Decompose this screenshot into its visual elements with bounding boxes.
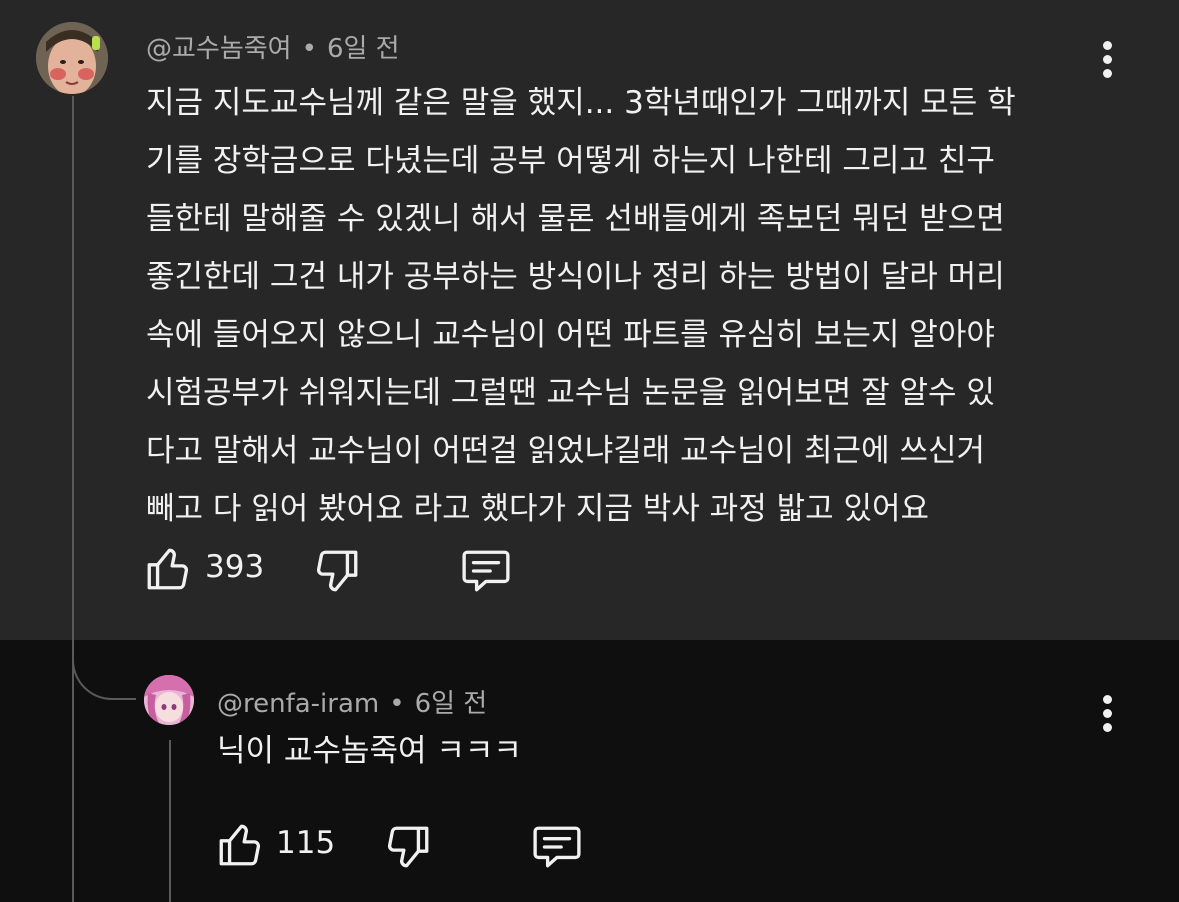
comment-meta: @교수놈죽여 • 6일 전 <box>146 28 400 65</box>
comment-icon <box>533 826 581 868</box>
reply-like-button[interactable] <box>215 820 265 870</box>
reply-body: 닉이 교수놈죽여 ㅋㅋㅋ <box>217 733 522 769</box>
reply-thread-line <box>169 740 171 902</box>
more-dot <box>1102 722 1112 732</box>
more-dot <box>1102 68 1112 78</box>
comment-line: 기를 장학금으로 다녔는데 공부 어떻게 하는지 나한테 그리고 친구 <box>146 143 995 179</box>
comment-line: 시험공부가 쉬워지는데 그럴땐 교수님 논문을 읽어보면 잘 알수 있 <box>146 375 995 411</box>
thumbs-down-icon <box>316 550 358 592</box>
comment-line: 다고 말해서 교수님이 어떤걸 읽었냐길래 교수님이 최근에 쓰신거 <box>146 433 986 469</box>
like-count: 393 <box>205 549 265 585</box>
comment-author[interactable]: @교수놈죽여 <box>146 34 292 64</box>
comment-line: 지금 지도교수님께 같은 말을 했지... 3학년때인가 그때까지 모든 학 <box>146 85 1016 121</box>
like-button[interactable] <box>143 544 193 594</box>
comment-time[interactable]: 6일 전 <box>327 34 400 64</box>
more-vertical-icon <box>1102 40 1112 50</box>
reply-dislike-button[interactable] <box>383 822 433 872</box>
reply-reply-button[interactable] <box>529 822 585 872</box>
avatar-image <box>36 22 108 94</box>
more-dot <box>1102 54 1112 64</box>
thumbs-up-icon <box>219 824 261 866</box>
reply-more-button[interactable] <box>1092 688 1122 738</box>
comment-body: 지금 지도교수님께 같은 말을 했지... 3학년때인가 그때까지 모든 학 기… <box>146 74 1096 538</box>
reply-author[interactable]: @renfa-iram <box>217 689 379 719</box>
reply-meta: @renfa-iram • 6일 전 <box>217 683 487 720</box>
comment-line: 들한테 말해줄 수 있겠니 해서 물론 선배들에게 족보던 뭐던 받으면 <box>146 201 1005 237</box>
more-vertical-icon <box>1102 694 1112 704</box>
avatar[interactable] <box>36 22 108 94</box>
comment-more-button[interactable] <box>1092 34 1122 84</box>
reply-button[interactable] <box>458 546 514 596</box>
meta-separator: • <box>389 689 405 719</box>
thread-line <box>72 96 74 902</box>
reply-like-count: 115 <box>276 825 336 861</box>
comment-icon <box>462 550 510 592</box>
comment-line: 빼고 다 읽어 봤어요 라고 했다가 지금 박사 과정 밟고 있어요 <box>146 491 930 527</box>
reply-avatar-image <box>144 675 194 725</box>
reply-time[interactable]: 6일 전 <box>415 689 488 719</box>
thumbs-up-icon <box>147 548 189 590</box>
reply-avatar[interactable] <box>144 675 194 725</box>
meta-separator: • <box>301 34 317 64</box>
dislike-button[interactable] <box>312 546 362 596</box>
comment-line: 속에 들어오지 않으니 교수님이 어떤 파트를 유심히 보는지 알아야 <box>146 317 995 353</box>
thumbs-down-icon <box>387 826 429 868</box>
comment-line: 좋긴한데 그건 내가 공부하는 방식이나 정리 하는 방법이 달라 머리 <box>146 259 1005 295</box>
more-dot <box>1102 708 1112 718</box>
